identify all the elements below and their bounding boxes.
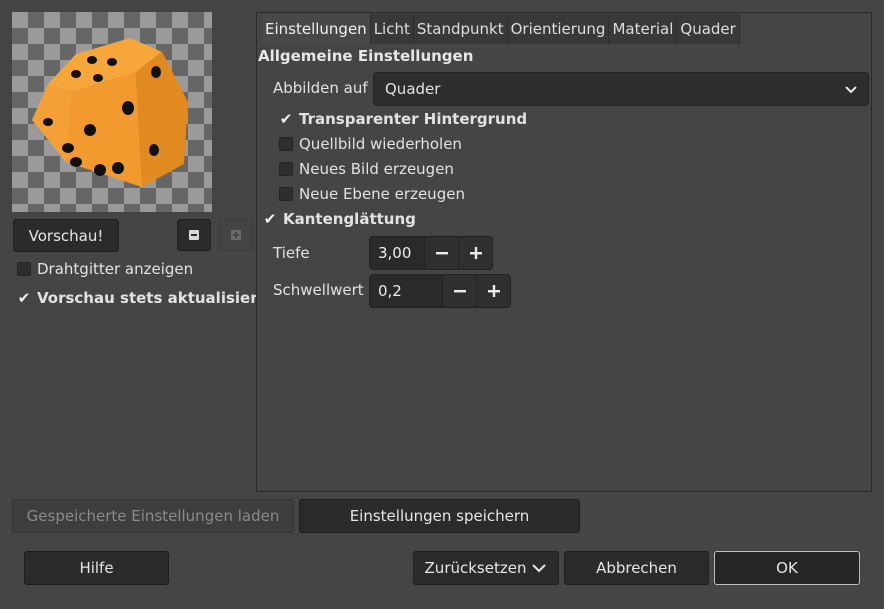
wireframe-label: Drahtgitter anzeigen (37, 260, 194, 278)
ok-button[interactable]: OK (714, 551, 860, 585)
tab-bar: Einstellungen Licht Standpunkt Orientier… (262, 14, 740, 44)
tab-einstellungen[interactable]: Einstellungen (262, 14, 371, 44)
checkbox-icon (17, 262, 31, 276)
dice-preview-icon (32, 38, 188, 187)
tab-quader[interactable]: Quader (677, 14, 740, 44)
new-layer-label: Neue Ebene erzeugen (299, 185, 465, 203)
checkmark-icon: ✔ (279, 110, 293, 128)
depth-input[interactable]: 3,00 (370, 237, 424, 269)
minus-icon (453, 290, 466, 293)
tile-source-label: Quellbild wiederholen (299, 135, 462, 153)
new-layer-checkbox[interactable]: Neue Ebene erzeugen (279, 183, 465, 205)
help-button[interactable]: Hilfe (24, 551, 169, 585)
plus-icon (231, 230, 241, 240)
depth-decrease-button[interactable] (424, 237, 458, 269)
minus-icon (435, 252, 448, 255)
map-to-label: Abbilden auf (273, 79, 368, 97)
map-to-value: Quader (385, 80, 441, 98)
map-to-dropdown[interactable]: Quader (373, 72, 869, 106)
new-image-checkbox[interactable]: Neues Bild erzeugen (279, 158, 454, 180)
depth-increase-button[interactable] (458, 237, 492, 269)
threshold-decrease-button[interactable] (442, 275, 476, 307)
threshold-increase-button[interactable] (476, 275, 510, 307)
chevron-down-icon (532, 564, 547, 573)
threshold-label: Schwellwert (273, 281, 364, 299)
cancel-button[interactable]: Abbrechen (564, 551, 709, 585)
new-image-label: Neues Bild erzeugen (299, 160, 454, 178)
tab-standpunkt[interactable]: Standpunkt (413, 14, 508, 44)
zoom-in-button[interactable] (219, 219, 253, 251)
minus-icon (189, 230, 199, 240)
always-update-label: Vorschau stets aktualisieren (37, 289, 279, 307)
tile-source-checkbox[interactable]: Quellbild wiederholen (279, 133, 462, 155)
checkmark-icon: ✔ (17, 289, 31, 307)
checkbox-icon (279, 162, 293, 176)
threshold-input[interactable]: 0,2 (370, 275, 442, 307)
reset-label: Zurücksetzen (424, 559, 527, 577)
zoom-out-button[interactable] (177, 219, 211, 251)
depth-spinbutton: 3,00 (369, 236, 493, 270)
transparent-bg-label: Transparenter Hintergrund (299, 110, 528, 128)
checkbox-icon (279, 187, 293, 201)
preview-button[interactable]: Vorschau! (13, 219, 119, 252)
reset-button[interactable]: Zurücksetzen (413, 551, 559, 585)
preview-image (12, 12, 212, 212)
depth-label: Tiefe (273, 244, 310, 262)
transparent-bg-checkbox[interactable]: ✔ Transparenter Hintergrund (279, 108, 527, 130)
tab-orientierung[interactable]: Orientierung (507, 14, 610, 44)
save-settings-button[interactable]: Einstellungen speichern (299, 499, 580, 533)
wireframe-checkbox[interactable]: Drahtgitter anzeigen (17, 258, 193, 280)
chevron-down-icon (845, 86, 857, 94)
antialiasing-label: Kantenglättung (283, 210, 416, 228)
load-settings-button[interactable]: Gespeicherte Einstellungen laden (12, 499, 294, 533)
threshold-spinbutton: 0,2 (369, 274, 511, 308)
plus-icon (487, 285, 500, 297)
checkmark-icon: ✔ (263, 210, 277, 228)
tab-material[interactable]: Material (609, 14, 678, 44)
antialiasing-checkbox[interactable]: ✔ Kantenglättung (263, 208, 416, 230)
always-update-checkbox[interactable]: ✔ Vorschau stets aktualisieren (17, 287, 279, 309)
checkbox-icon (279, 137, 293, 151)
section-title: Allgemeine Einstellungen (258, 47, 474, 65)
tab-licht[interactable]: Licht (370, 14, 414, 44)
plus-icon (469, 247, 482, 259)
